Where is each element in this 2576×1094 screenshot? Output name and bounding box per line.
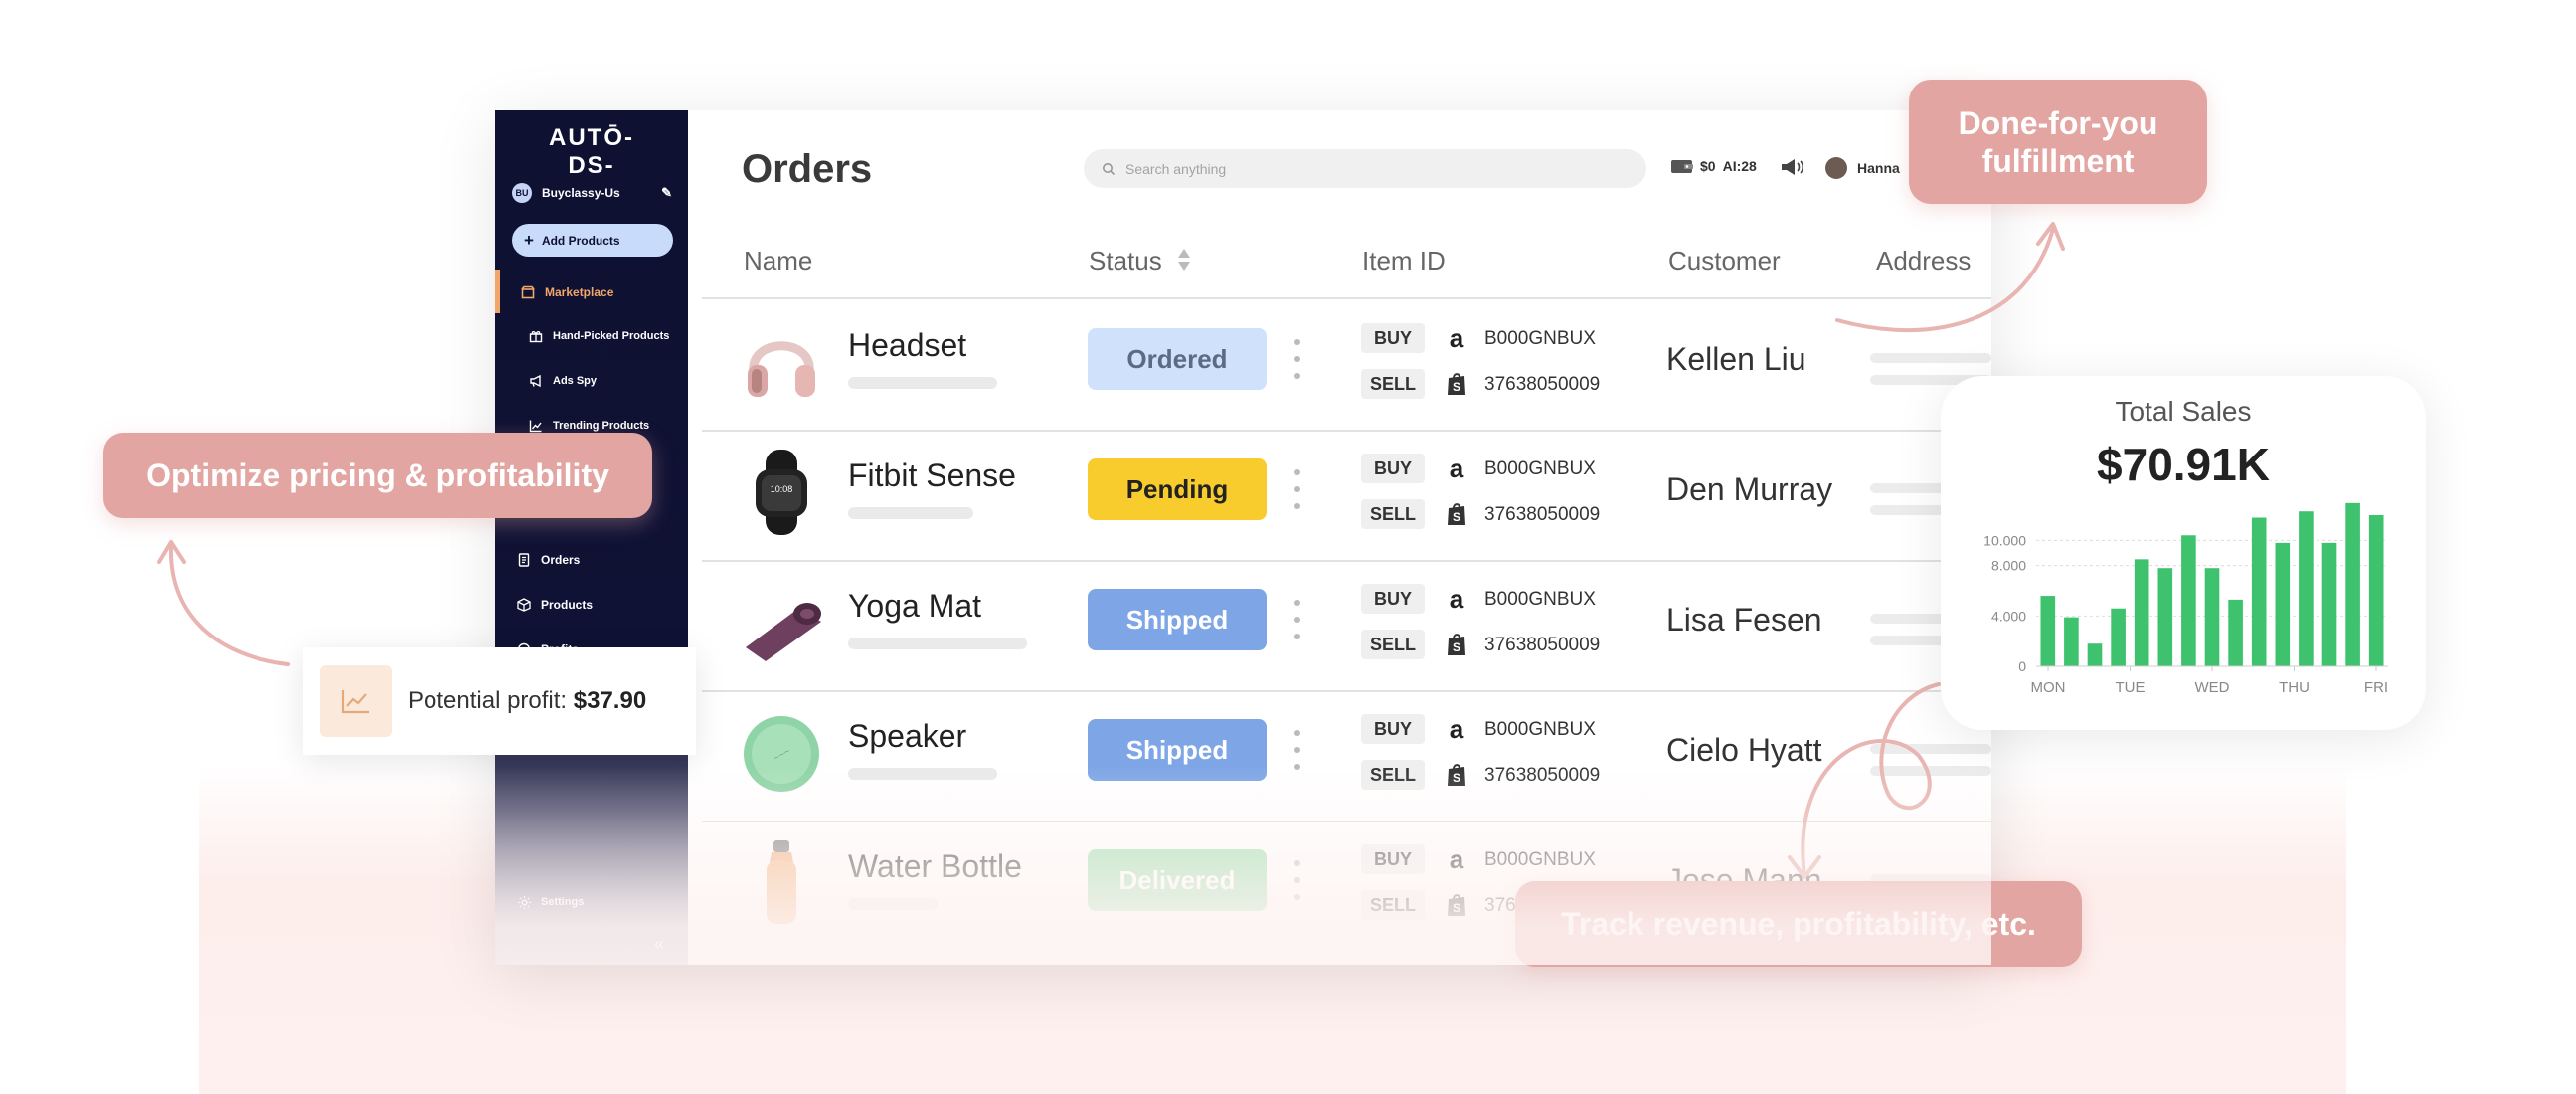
sales-bar xyxy=(2040,596,2056,666)
sales-bar xyxy=(2111,608,2126,666)
sales-bar-chart: 0 4.000 8.000 10.000 MON TUE WED THU FRI xyxy=(1983,502,2388,696)
arrow-revenue xyxy=(1801,682,1941,877)
x-tick-label: WED xyxy=(2195,679,2230,696)
arrow-fulfillment xyxy=(1835,227,2055,333)
revenue-callout: Track revenue, profitability, etc. xyxy=(1515,881,2082,967)
stage: AUTŌ-DS- BU Buyclassy-Us ✎ + Add Product… xyxy=(0,0,2576,1094)
sales-bar xyxy=(2087,643,2103,666)
sales-bar xyxy=(2345,502,2360,666)
potential-profit-text: Potential profit: $37.90 xyxy=(408,687,646,715)
sales-bar xyxy=(2299,511,2314,666)
sales-bar xyxy=(2228,599,2243,666)
y-tick-label: 8.000 xyxy=(1991,558,2026,574)
sales-bar xyxy=(2204,568,2220,666)
x-tick-label: TUE xyxy=(2116,679,2146,696)
potential-profit-value: $37.90 xyxy=(573,687,647,714)
potential-profit-label: Potential profit: xyxy=(408,687,568,714)
x-tick-label: MON xyxy=(2031,679,2066,696)
x-tick-label: THU xyxy=(2279,679,2310,696)
fulfillment-callout: Done-for-you fulfillment xyxy=(1909,80,2207,204)
arrow-pricing xyxy=(168,545,290,666)
pricing-callout: Optimize pricing & profitability xyxy=(103,433,652,518)
total-sales-card: Total Sales $70.91K 0 4.000 8.000 10.000 MON… xyxy=(1941,376,2426,730)
potential-profit-card: Potential profit: $37.90 xyxy=(303,647,696,755)
sales-bar xyxy=(2368,515,2384,666)
sales-bar xyxy=(2251,517,2267,666)
y-tick-label: 10.000 xyxy=(1983,532,2026,548)
y-tick-label: 4.000 xyxy=(1991,608,2026,624)
sales-bar xyxy=(2064,617,2079,666)
sales-bar xyxy=(2134,559,2149,666)
sales-bar xyxy=(2321,542,2337,666)
sales-bar xyxy=(2275,542,2291,666)
sales-bar xyxy=(2157,568,2173,666)
x-tick-label: FRI xyxy=(2364,679,2388,696)
trend-chart-icon xyxy=(320,665,392,737)
y-tick-label: 0 xyxy=(2018,658,2026,674)
sales-bar xyxy=(2181,535,2196,666)
